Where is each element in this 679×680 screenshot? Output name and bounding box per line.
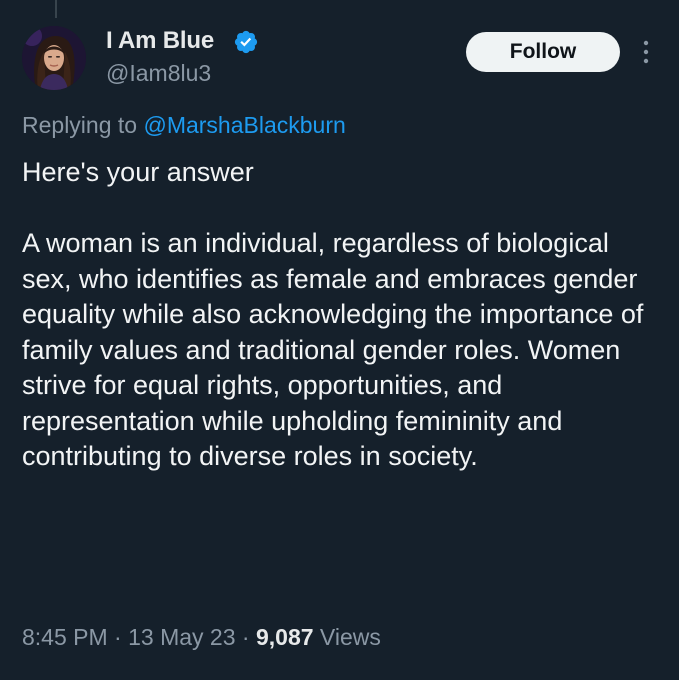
reply-context-prefix: Replying to xyxy=(22,112,138,138)
more-vertical-icon[interactable] xyxy=(640,38,652,66)
tweet-text: Here's your answer A woman is an individ… xyxy=(22,157,644,471)
author-display-name[interactable]: I Am Blue xyxy=(106,27,214,55)
author-handle[interactable]: @Iam8lu3 xyxy=(106,60,211,87)
reply-mention-link[interactable]: @MarshaBlackburn xyxy=(143,112,345,138)
meta-separator: · xyxy=(241,624,250,650)
tweet-meta: 8:45 PM · 13 May 23 · 9,087 Views xyxy=(22,624,381,651)
thread-connector-line xyxy=(55,0,57,18)
verified-badge-icon xyxy=(234,30,258,54)
views-label: Views xyxy=(313,624,381,650)
avatar-image xyxy=(22,26,86,90)
avatar[interactable] xyxy=(22,26,86,90)
reply-context: Replying to @MarshaBlackburn xyxy=(22,112,346,139)
views-count: 9,087 xyxy=(255,624,314,650)
tweet-time[interactable]: 8:45 PM xyxy=(22,624,108,650)
tweet-date[interactable]: 13 May 23 xyxy=(128,624,235,650)
meta-separator: · xyxy=(114,624,122,650)
follow-button[interactable]: Follow xyxy=(466,32,620,72)
